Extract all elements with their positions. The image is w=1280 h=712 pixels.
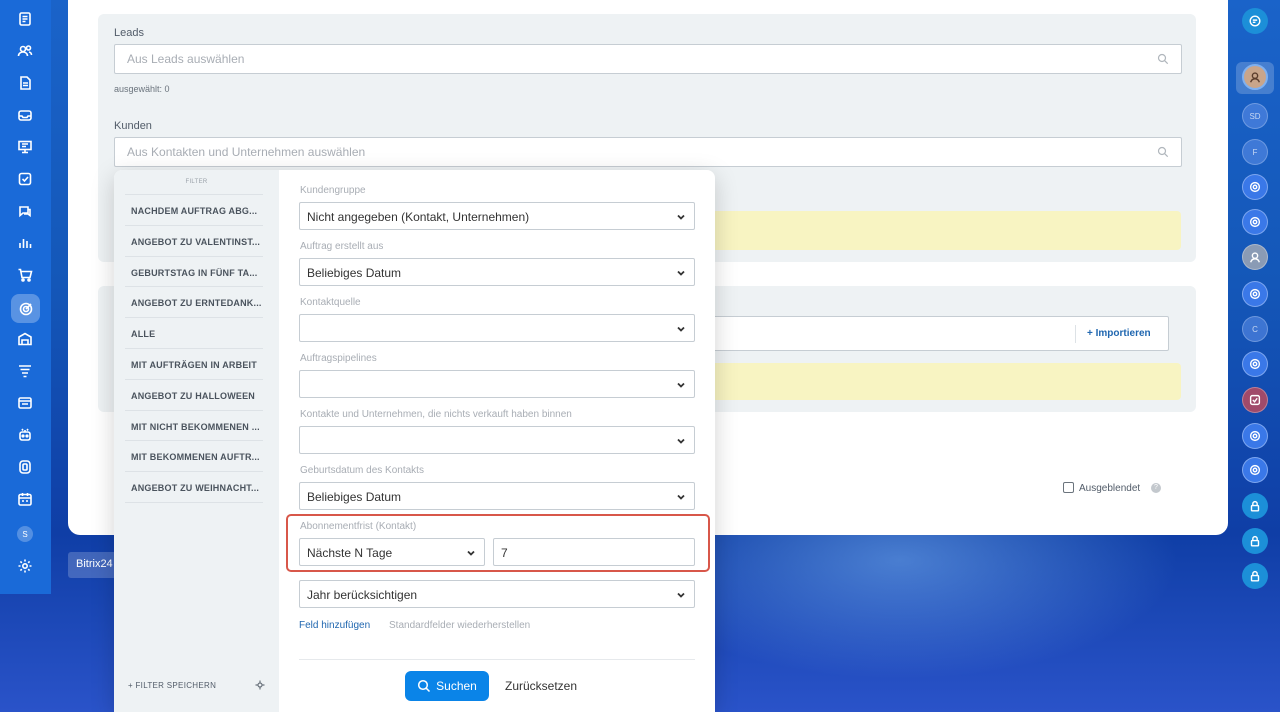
openline-icon[interactable] (1242, 174, 1268, 200)
inbox-icon[interactable] (14, 104, 36, 126)
filter-preset[interactable]: ANGEBOT ZU WEIHNACHT... (125, 471, 263, 502)
chevron-down-icon (677, 270, 685, 276)
leads-selected-count: ausgewählt: 0 (114, 84, 170, 94)
field-label: Kundengruppe (300, 185, 366, 196)
gear-icon[interactable] (255, 680, 265, 690)
chevron-down-icon (677, 326, 685, 332)
settings-gear-icon[interactable] (14, 555, 36, 577)
channel-icon[interactable] (1242, 387, 1268, 413)
field-label: Auftragspipelines (300, 353, 377, 364)
field-label: Auftrag erstellt aus (300, 241, 384, 252)
presentation-icon[interactable] (14, 136, 36, 158)
filter-preset[interactable]: MIT NICHT BEKOMMENEN ... (125, 410, 263, 441)
avatar-c[interactable]: C (1242, 316, 1268, 342)
lock-icon[interactable] (1242, 528, 1268, 554)
robot-icon[interactable] (14, 424, 36, 446)
field-label: Kontakte und Unternehmen, die nichts ver… (300, 409, 572, 420)
import-button[interactable]: + Importieren (1087, 328, 1151, 339)
user-initial-avatar[interactable]: S (14, 523, 36, 545)
feed-icon[interactable] (14, 8, 36, 30)
kunden-search-input[interactable]: Aus Kontakten und Unternehmen auswählen (114, 137, 1182, 167)
field-label: Geburtsdatum des Kontakts (300, 465, 424, 476)
filter-preset[interactable]: ALLE (125, 317, 263, 348)
contacts-icon[interactable] (14, 40, 36, 62)
year-select[interactable]: Jahr berücksichtigen (299, 580, 695, 608)
kontaktquelle-select[interactable] (299, 314, 695, 342)
filter-preset[interactable]: ANGEBOT ZU HALLOWEEN (125, 379, 263, 410)
filter-preset[interactable]: ANGEBOT ZU VALENTINST... (125, 225, 263, 256)
save-filter-button[interactable]: + FILTER SPEICHERN (128, 681, 216, 690)
chevron-down-icon (677, 214, 685, 220)
openline-icon[interactable] (1242, 351, 1268, 377)
hidden-checkbox[interactable] (1063, 482, 1074, 493)
leads-search-input[interactable]: Aus Leads auswählen (114, 44, 1182, 74)
subscription-label: Abonnementfrist (Kontakt) (300, 521, 417, 532)
chat-search-icon[interactable] (1242, 8, 1268, 34)
add-field-link[interactable]: Feld hinzufügen (299, 620, 370, 631)
filter-header: FILTER (185, 179, 208, 185)
analytics-icon[interactable] (14, 232, 36, 254)
user-photo-avatar[interactable] (1242, 244, 1268, 270)
search-icon (1157, 146, 1169, 158)
left-sidebar: S (0, 0, 51, 594)
filter-preset[interactable]: NACHDEM AUFTRAG ABG... (125, 194, 263, 225)
auftrag-date-select[interactable]: Beliebiges Datum (299, 258, 695, 286)
chevron-down-icon (677, 592, 685, 598)
automation-icon[interactable] (14, 456, 36, 478)
search-button[interactable]: Suchen (405, 671, 489, 701)
filter-preset[interactable]: MIT AUFTRÄGEN IN ARBEIT (125, 348, 263, 379)
chevron-down-icon (677, 438, 685, 444)
lock-icon[interactable] (1242, 563, 1268, 589)
restore-fields-link[interactable]: Standardfelder wiederherstellen (389, 620, 530, 631)
field-label: Kontaktquelle (300, 297, 361, 308)
openline-icon[interactable] (1242, 457, 1268, 483)
birthday-select[interactable]: Beliebiges Datum (299, 482, 695, 510)
filter-popup: FILTER NACHDEM AUFTRAG ABG... ANGEBOT ZU… (114, 170, 715, 712)
subscription-period-select[interactable]: Nächste N Tage (299, 538, 485, 566)
tasks-icon[interactable] (14, 168, 36, 190)
hidden-label: Ausgeblendet (1079, 483, 1141, 494)
search-icon (418, 679, 431, 693)
filter-presets: FILTER NACHDEM AUFTRAG ABG... ANGEBOT ZU… (114, 170, 279, 712)
shop-cart-icon[interactable] (14, 264, 36, 286)
calendar-icon[interactable] (14, 488, 36, 510)
reset-button[interactable]: Zurücksetzen (505, 679, 577, 693)
openline-icon[interactable] (1242, 423, 1268, 449)
leads-label: Leads (114, 27, 144, 39)
sites-icon[interactable] (14, 392, 36, 414)
openline-icon[interactable] (1242, 209, 1268, 235)
store-icon[interactable] (14, 328, 36, 350)
kundengruppe-select[interactable]: Nicht angegeben (Kontakt, Unternehmen) (299, 202, 695, 230)
no-sales-select[interactable] (299, 426, 695, 454)
funnel-icon[interactable] (14, 360, 36, 382)
bitrix-label: Bitrix24 (68, 552, 118, 578)
chevron-down-icon (467, 550, 475, 556)
filter-preset[interactable]: ANGEBOT ZU ERNTEDANK... (125, 286, 263, 317)
help-icon[interactable]: ? (1151, 483, 1161, 493)
chat-icon[interactable] (14, 200, 36, 222)
crm-marketing-icon[interactable] (11, 294, 40, 323)
subscription-days-input[interactable]: 7 (493, 538, 695, 566)
lock-icon[interactable] (1242, 493, 1268, 519)
search-icon (1157, 53, 1169, 65)
avatar-f[interactable]: F (1242, 139, 1268, 165)
user-photo-avatar[interactable] (1242, 64, 1268, 90)
avatar-sd[interactable]: SD (1242, 103, 1268, 129)
chevron-down-icon (677, 494, 685, 500)
documents-icon[interactable] (14, 72, 36, 94)
filter-preset[interactable]: GEBURTSTAG IN FÜNF TA... (125, 256, 263, 287)
pipelines-select[interactable] (299, 370, 695, 398)
openline-icon[interactable] (1242, 281, 1268, 307)
chevron-down-icon (677, 382, 685, 388)
kunden-label: Kunden (114, 120, 152, 132)
filter-preset[interactable]: MIT BEKOMMENEN AUFTR... (125, 440, 263, 471)
